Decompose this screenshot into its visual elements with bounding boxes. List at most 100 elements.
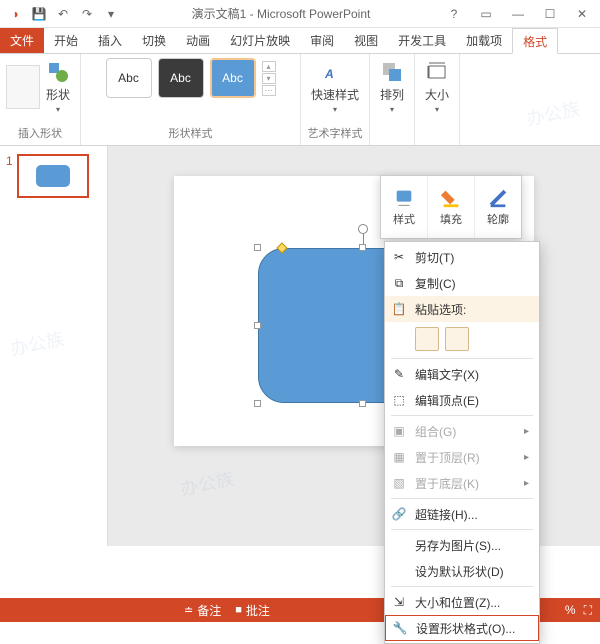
cut-icon: ✂	[391, 249, 407, 265]
app-icon[interactable]: ◑	[4, 3, 26, 25]
tab-slideshow[interactable]: 幻灯片放映	[220, 28, 300, 53]
send-back-icon: ▧	[391, 475, 407, 491]
submenu-arrow-icon: ▸	[524, 452, 529, 463]
menu-paste-label: 📋粘贴选项:	[385, 296, 539, 322]
group-size: 大小 ▾	[415, 54, 460, 145]
tab-view[interactable]: 视图	[344, 28, 388, 53]
minimize-icon[interactable]: ―	[504, 3, 532, 25]
ribbon: 形状 ▾ 插入形状 Abc Abc Abc ▴▾⋯ 形状样式 A 快速样式 ▾ …	[0, 54, 600, 146]
arrange-icon	[380, 60, 404, 84]
resize-handle[interactable]	[359, 244, 366, 251]
paste-option-1[interactable]	[415, 327, 439, 351]
save-icon[interactable]: 💾	[28, 3, 50, 25]
resize-handle[interactable]	[254, 400, 261, 407]
tab-developer[interactable]: 开发工具	[388, 28, 456, 53]
shapes-palette[interactable]	[6, 65, 40, 109]
ribbon-tabs: 文件 开始 插入 切换 动画 幻灯片放映 审阅 视图 开发工具 加载项 格式	[0, 28, 600, 54]
zoom-percent[interactable]: %	[565, 603, 576, 617]
thumbnail-preview[interactable]	[17, 154, 89, 198]
menu-separator	[391, 415, 533, 416]
shapes-icon	[46, 60, 70, 84]
slide-thumbnail[interactable]: 1	[6, 154, 101, 198]
window-title: 演示文稿1 - Microsoft PowerPoint	[122, 5, 440, 22]
titlebar: ◑ 💾 ↶ ↷ ▾ 演示文稿1 - Microsoft PowerPoint ?…	[0, 0, 600, 28]
fit-window-icon[interactable]: ⛶	[584, 603, 592, 618]
wordart-icon: A	[323, 60, 347, 84]
hyperlink-icon: 🔗	[391, 506, 407, 522]
maximize-icon[interactable]: ☐	[536, 3, 564, 25]
window-controls: ? ▭ ― ☐ ✕	[440, 3, 596, 25]
menu-format-shape[interactable]: 🔧设置形状格式(O)...	[385, 615, 539, 641]
resize-handle[interactable]	[359, 400, 366, 407]
menu-size-position[interactable]: ⇲大小和位置(Z)...	[385, 589, 539, 615]
edit-points-icon: ⬚	[391, 392, 407, 408]
submenu-arrow-icon: ▸	[524, 426, 529, 437]
fill-icon	[440, 187, 462, 209]
qat-customize-icon[interactable]: ▾	[100, 3, 122, 25]
help-icon[interactable]: ?	[440, 3, 468, 25]
group-icon: ▣	[391, 423, 407, 439]
style-gallery-scroll[interactable]: ▴▾⋯	[262, 61, 276, 96]
menu-cut[interactable]: ✂剪切(T)	[385, 244, 539, 270]
rotate-handle[interactable]	[358, 224, 368, 234]
menu-copy[interactable]: ⧉复制(C)	[385, 270, 539, 296]
group-label: 艺术字样式	[308, 123, 363, 143]
comments-button[interactable]: ■ 批注	[235, 602, 270, 619]
tab-file[interactable]: 文件	[0, 28, 44, 53]
menu-send-back: ▧置于底层(K)▸	[385, 470, 539, 496]
group-label: 插入形状	[18, 123, 62, 143]
menu-set-default-shape[interactable]: 设为默认形状(D)	[385, 558, 539, 584]
tab-insert[interactable]: 插入	[88, 28, 132, 53]
notes-button[interactable]: ≐ 备注	[184, 602, 221, 619]
resize-handle[interactable]	[254, 322, 261, 329]
tab-review[interactable]: 审阅	[300, 28, 344, 53]
menu-separator	[391, 498, 533, 499]
mini-fill-button[interactable]: 填充	[428, 176, 475, 238]
tab-format[interactable]: 格式	[512, 28, 558, 54]
style-swatch-3[interactable]: Abc	[210, 58, 256, 98]
size-icon	[425, 60, 449, 84]
style-icon	[393, 187, 415, 209]
thumbnail-shape	[36, 165, 70, 187]
group-wordart: A 快速样式 ▾ 艺术字样式	[301, 54, 370, 145]
paste-icon: 📋	[391, 301, 407, 317]
menu-edit-text[interactable]: ✎编辑文字(X)	[385, 361, 539, 387]
chevron-down-icon: ▾	[56, 105, 60, 114]
submenu-arrow-icon: ▸	[524, 478, 529, 489]
style-swatch-2[interactable]: Abc	[158, 58, 204, 98]
menu-hyperlink[interactable]: 🔗超链接(H)...	[385, 501, 539, 527]
size-button[interactable]: 大小 ▾	[421, 58, 453, 116]
paste-option-2[interactable]	[445, 327, 469, 351]
svg-text:A: A	[324, 67, 334, 81]
quick-access-toolbar: ◑ 💾 ↶ ↷ ▾	[4, 3, 122, 25]
thumbnail-pane[interactable]: 1	[0, 146, 108, 546]
resize-handle[interactable]	[254, 244, 261, 251]
redo-icon[interactable]: ↷	[76, 3, 98, 25]
context-menu: ✂剪切(T) ⧉复制(C) 📋粘贴选项: ✎编辑文字(X) ⬚编辑顶点(E) ▣…	[384, 241, 540, 644]
undo-icon[interactable]: ↶	[52, 3, 74, 25]
style-swatch-1[interactable]: Abc	[106, 58, 152, 98]
mini-toolbar: 样式 填充 轮廓	[380, 175, 522, 239]
tab-transition[interactable]: 切换	[132, 28, 176, 53]
menu-save-as-picture[interactable]: 另存为图片(S)...	[385, 532, 539, 558]
outline-icon	[487, 187, 509, 209]
shapes-button[interactable]: 形状 ▾	[42, 58, 74, 116]
format-shape-icon: 🔧	[392, 620, 408, 636]
mini-style-button[interactable]: 样式	[381, 176, 428, 238]
arrange-button[interactable]: 排列 ▾	[376, 58, 408, 116]
group-arrange: 排列 ▾	[370, 54, 415, 145]
menu-separator	[391, 529, 533, 530]
mini-outline-button[interactable]: 轮廓	[475, 176, 521, 238]
menu-bring-front: ▦置于顶层(R)▸	[385, 444, 539, 470]
group-shape-styles: Abc Abc Abc ▴▾⋯ 形状样式	[81, 54, 301, 145]
menu-edit-points[interactable]: ⬚编辑顶点(E)	[385, 387, 539, 413]
quick-style-button[interactable]: A 快速样式 ▾	[307, 58, 363, 116]
tab-addins[interactable]: 加载项	[456, 28, 512, 53]
chevron-down-icon: ▾	[390, 105, 394, 114]
tab-start[interactable]: 开始	[44, 28, 88, 53]
slide-number: 1	[6, 154, 13, 198]
ribbon-options-icon[interactable]: ▭	[472, 3, 500, 25]
tab-animation[interactable]: 动画	[176, 28, 220, 53]
close-icon[interactable]: ✕	[568, 3, 596, 25]
edit-text-icon: ✎	[391, 366, 407, 382]
